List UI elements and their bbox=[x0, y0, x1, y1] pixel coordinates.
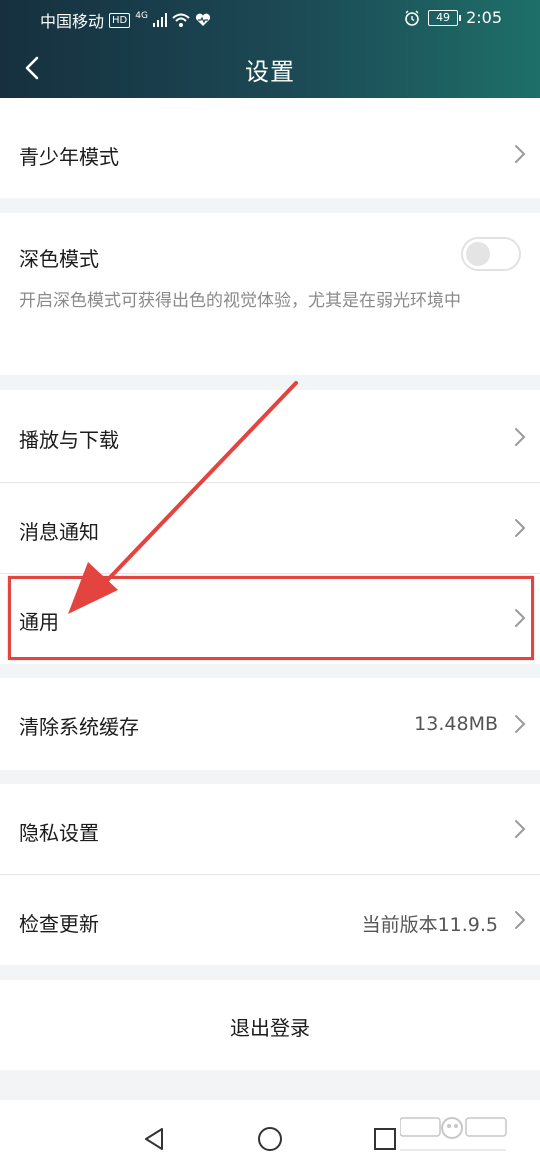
carrier-name: 中国移动 bbox=[40, 12, 105, 31]
status-bar: 中国移动 HD 4G 49 2:05 bbox=[0, 0, 540, 36]
chevron-right-icon bbox=[515, 428, 526, 446]
page-title: 设置 bbox=[245, 58, 295, 86]
chevron-right-icon bbox=[515, 519, 526, 537]
alarm-icon bbox=[405, 10, 419, 26]
status-right: 49 2:05 bbox=[404, 8, 502, 27]
network-type: 4G bbox=[135, 11, 148, 21]
clock: 2:05 bbox=[466, 8, 502, 27]
wifi-icon bbox=[172, 13, 190, 27]
setting-row-check-update[interactable]: 检查更新 当前版本11.9.5 bbox=[0, 875, 540, 965]
logout-button[interactable]: 退出登录 bbox=[0, 980, 540, 1070]
setting-label: 隐私设置 bbox=[19, 821, 99, 845]
setting-row-playback-download[interactable]: 播放与下载 bbox=[0, 390, 540, 482]
app-header: 中国移动 HD 4G 49 2:05 设置 bbox=[0, 0, 540, 98]
logout-label: 退出登录 bbox=[230, 1016, 310, 1040]
toggle-knob bbox=[466, 242, 490, 266]
triangle-back-icon[interactable] bbox=[140, 1124, 170, 1154]
signal-icon bbox=[152, 13, 167, 27]
heart-health-icon bbox=[195, 13, 211, 26]
setting-row-clear-cache[interactable]: 清除系统缓存 13.48MB bbox=[0, 678, 540, 770]
square-recents-icon[interactable] bbox=[370, 1124, 400, 1154]
cache-size-value: 13.48MB bbox=[414, 713, 498, 735]
dark-mode-toggle[interactable] bbox=[461, 237, 521, 271]
setting-row-notifications[interactable]: 消息通知 bbox=[0, 483, 540, 573]
baidu-jingyan-watermark bbox=[400, 1117, 507, 1151]
chevron-right-icon bbox=[515, 820, 526, 838]
setting-label: 播放与下载 bbox=[19, 428, 119, 452]
status-left: 中国移动 HD 4G bbox=[40, 8, 211, 32]
setting-label: 青少年模式 bbox=[19, 145, 119, 169]
setting-row-privacy[interactable]: 隐私设置 bbox=[0, 784, 540, 874]
circle-home-icon[interactable] bbox=[255, 1124, 285, 1154]
chevron-right-icon bbox=[515, 911, 526, 929]
chevron-right-icon bbox=[515, 145, 526, 163]
setting-description: 开启深色模式可获得出色的视觉体验，尤其是在弱光环境中 bbox=[19, 291, 461, 311]
version-value: 当前版本11.9.5 bbox=[361, 914, 498, 936]
chevron-right-icon bbox=[515, 715, 526, 733]
battery-indicator: 49 bbox=[428, 9, 462, 26]
hd-badge: HD bbox=[109, 12, 131, 28]
setting-row-youth-mode[interactable]: 青少年模式 bbox=[0, 98, 540, 198]
setting-label: 消息通知 bbox=[19, 520, 99, 544]
setting-row-dark-mode: 深色模式 开启深色模式可获得出色的视觉体验，尤其是在弱光环境中 bbox=[0, 213, 540, 375]
setting-label: 检查更新 bbox=[19, 912, 99, 936]
setting-label: 清除系统缓存 bbox=[19, 715, 139, 739]
setting-label: 深色模式 bbox=[19, 247, 99, 271]
annotation-highlight-box bbox=[8, 576, 534, 660]
